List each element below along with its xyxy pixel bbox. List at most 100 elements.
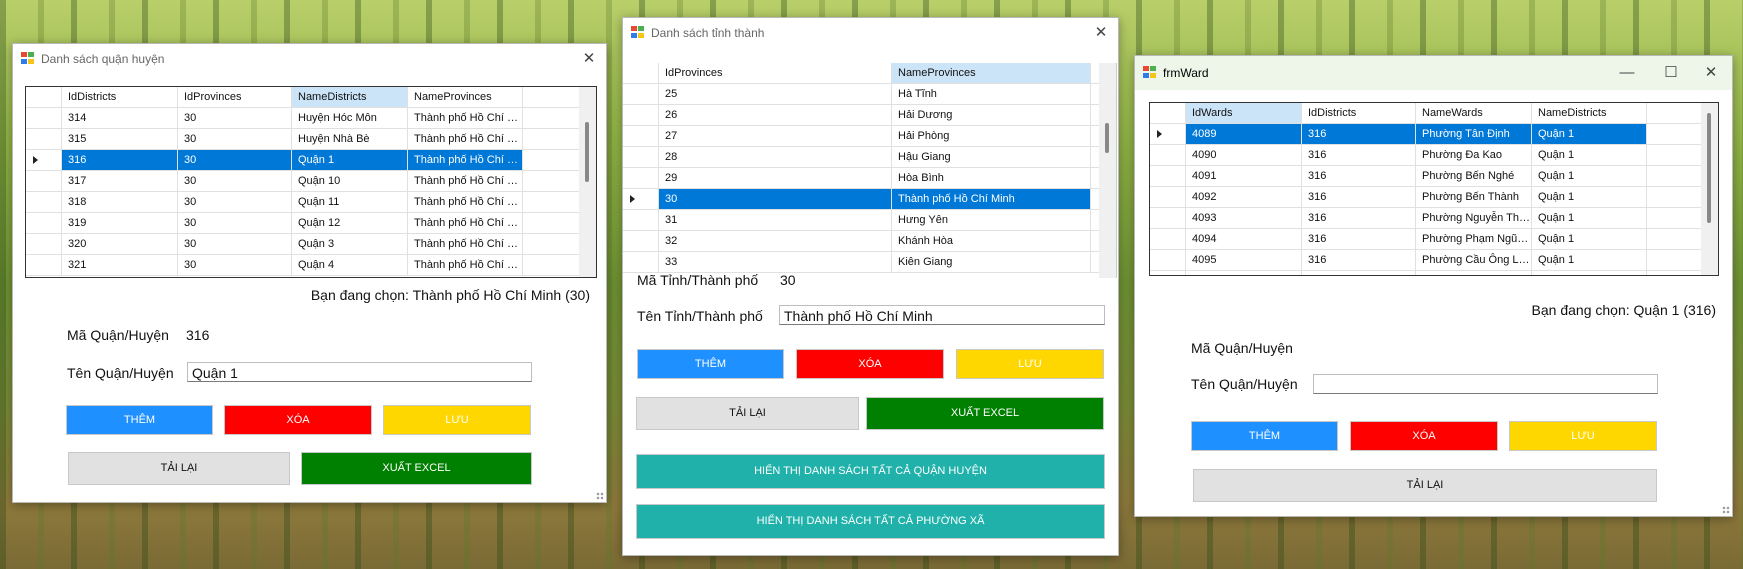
table-row[interactable]: 4093316Phường Nguyễn Thái BìnhQuận 1 — [1150, 208, 1718, 229]
table-cell[interactable]: 316 — [1302, 271, 1416, 275]
row-header[interactable] — [623, 84, 659, 104]
table-cell[interactable]: Phường Bến Nghé — [1416, 166, 1532, 186]
table-cell[interactable]: Phường Cầu Ông Lãnh — [1416, 250, 1532, 270]
row-header[interactable] — [623, 105, 659, 125]
table-cell[interactable]: 320 — [62, 234, 178, 254]
table-row[interactable]: 4092 316 Phường Bến Thành Quận 1 — [1150, 187, 1718, 208]
table-row[interactable]: 319 30 Quận 12 Thành phố Hồ Chí Minh — [26, 213, 596, 234]
vertical-scrollbar[interactable] — [579, 87, 596, 277]
table-cell[interactable]: Phường Nguyễn Thái Bình — [1416, 208, 1532, 228]
table-cell[interactable]: 316 — [1302, 124, 1416, 144]
table-cell[interactable]: 33 — [659, 252, 892, 272]
table-cell[interactable]: Phường Tân Định — [1416, 124, 1532, 144]
table-cell[interactable]: Thành phố Hồ Chí Minh — [408, 213, 523, 233]
table-cell[interactable]: Thành phố Hồ Chí Minh — [408, 192, 523, 212]
resize-grip[interactable] — [596, 492, 604, 500]
show-all-wards-button[interactable]: HIỂN THỊ DANH SÁCH TẤT CẢ PHƯỜNG XÃ — [636, 504, 1105, 539]
table-cell[interactable]: Hải Phòng — [892, 126, 1091, 146]
table-row[interactable]: 320 30 Quận 3 Thành phố Hồ Chí Minh — [26, 234, 596, 255]
save-button[interactable]: LƯU — [1509, 421, 1657, 451]
row-header[interactable] — [1150, 208, 1186, 228]
table-cell[interactable]: 315 — [62, 129, 178, 149]
row-header[interactable] — [623, 231, 659, 251]
add-button[interactable]: THÊM — [637, 349, 784, 379]
table-row[interactable]: 318 30 Quận 11 Thành phố Hồ Chí Minh — [26, 192, 596, 213]
table-cell[interactable]: 25 — [659, 84, 892, 104]
table-cell[interactable]: 32 — [659, 231, 892, 251]
table-row[interactable]: 4089 316 Phường Tân Định Quận 1 — [1150, 124, 1718, 145]
table-cell[interactable]: 316 — [1302, 250, 1416, 270]
table-row[interactable]: 4094 316 Phường Phạm Ngũ Lão Quận 1 — [1150, 229, 1718, 250]
table-row[interactable]: 4091 316 Phường Bến Nghé Quận 1 — [1150, 166, 1718, 187]
row-header[interactable] — [26, 234, 62, 254]
column-header[interactable]: NameDistricts — [1532, 103, 1647, 123]
export-excel-button[interactable]: XUẤT EXCEL — [301, 452, 532, 485]
table-cell[interactable]: Quận 4 — [292, 255, 408, 275]
table-cell[interactable]: 4094 — [1186, 229, 1302, 249]
table-row[interactable]: 28 Hậu Giang — [623, 147, 1116, 168]
table-cell[interactable]: 30 — [659, 189, 892, 209]
table-cell[interactable]: Phường Phạm Ngũ Lão — [1416, 229, 1532, 249]
table-cell[interactable]: 29 — [659, 168, 892, 188]
row-header[interactable] — [1150, 166, 1186, 186]
scrollbar-thumb[interactable] — [585, 122, 589, 182]
table-cell[interactable]: Thành phố Hồ Chí Minh — [408, 171, 523, 191]
provinces-grid[interactable]: IdProvinces NameProvinces 25 Hà Tĩnh 26 Hải D… — [623, 63, 1117, 278]
table-cell[interactable]: Hòa Bình — [892, 168, 1091, 188]
wards-grid[interactable]: IdWards IdDistricts NameWards NameDistricts… — [1149, 102, 1719, 276]
table-cell[interactable]: Thành phố Hồ Chí Minh — [408, 255, 523, 275]
table-cell[interactable]: 316 — [1302, 187, 1416, 207]
column-header[interactable]: NameProvinces — [408, 87, 523, 107]
table-cell[interactable]: 316 — [1302, 145, 1416, 165]
table-row[interactable]: 27 Hải Phòng — [623, 126, 1116, 147]
table-cell[interactable]: Quận 1 — [292, 150, 408, 170]
row-header[interactable] — [26, 192, 62, 212]
column-header[interactable]: NameDistricts — [292, 87, 408, 107]
table-cell[interactable]: 27 — [659, 126, 892, 146]
table-row[interactable]: 26 Hải Dương — [623, 105, 1116, 126]
table-cell[interactable]: Thành phố Hồ Chí Minh — [408, 150, 523, 170]
column-header[interactable]: IdWards — [1186, 103, 1302, 123]
resize-grip[interactable] — [1722, 506, 1730, 514]
row-header[interactable] — [1150, 229, 1186, 249]
table-cell[interactable]: Quận 3 — [292, 234, 408, 254]
row-header[interactable] — [1150, 124, 1186, 144]
table-cell[interactable]: Phường Bến Thành — [1416, 187, 1532, 207]
row-header[interactable] — [1150, 145, 1186, 165]
province-name-field[interactable]: Thành phố Hồ Chí Minh — [779, 305, 1105, 325]
vertical-scrollbar[interactable] — [1701, 103, 1718, 275]
row-header[interactable] — [26, 255, 62, 275]
column-header[interactable]: IdDistricts — [1302, 103, 1416, 123]
row-header[interactable] — [623, 189, 659, 209]
table-cell[interactable]: 30 — [178, 129, 292, 149]
table-cell[interactable]: 4093 — [1186, 208, 1302, 228]
table-cell[interactable]: 30 — [178, 213, 292, 233]
table-cell[interactable]: 319 — [62, 213, 178, 233]
table-row[interactable]: 316 30 Quận 1 Thành phố Hồ Chí Minh — [26, 150, 596, 171]
scrollbar-thumb[interactable] — [1707, 113, 1711, 223]
ward-titlebar[interactable]: frmWard — ☐ ✕ — [1135, 56, 1732, 90]
districts-grid[interactable]: IdDistricts IdProvinces NameDistricts NameP… — [25, 86, 597, 278]
table-cell[interactable]: Quận 10 — [292, 171, 408, 191]
table-cell[interactable]: 316 — [62, 150, 178, 170]
table-cell[interactable]: Phường Cô Giang — [1416, 271, 1532, 275]
row-header[interactable] — [26, 171, 62, 191]
table-cell[interactable]: Quận 1 — [1532, 187, 1647, 207]
table-cell[interactable]: Quận 1 — [1532, 208, 1647, 228]
row-header[interactable] — [26, 108, 62, 128]
delete-button[interactable]: XÓA — [224, 405, 372, 435]
table-cell[interactable]: 30 — [178, 234, 292, 254]
add-button[interactable]: THÊM — [1191, 421, 1338, 451]
district-name-field[interactable]: Quận 1 — [187, 362, 532, 382]
table-cell[interactable]: Hà Tĩnh — [892, 84, 1091, 104]
table-cell[interactable]: Quận 1 — [1532, 145, 1647, 165]
close-icon[interactable]: ✕ — [572, 47, 606, 71]
table-cell[interactable]: 4089 — [1186, 124, 1302, 144]
table-cell[interactable]: 4095 — [1186, 250, 1302, 270]
row-header[interactable] — [26, 150, 62, 170]
table-cell[interactable]: 316 — [1302, 166, 1416, 186]
table-cell[interactable]: 314 — [62, 108, 178, 128]
table-cell[interactable]: 28 — [659, 147, 892, 167]
table-cell[interactable]: Hưng Yên — [892, 210, 1091, 230]
table-cell[interactable]: Khánh Hòa — [892, 231, 1091, 251]
